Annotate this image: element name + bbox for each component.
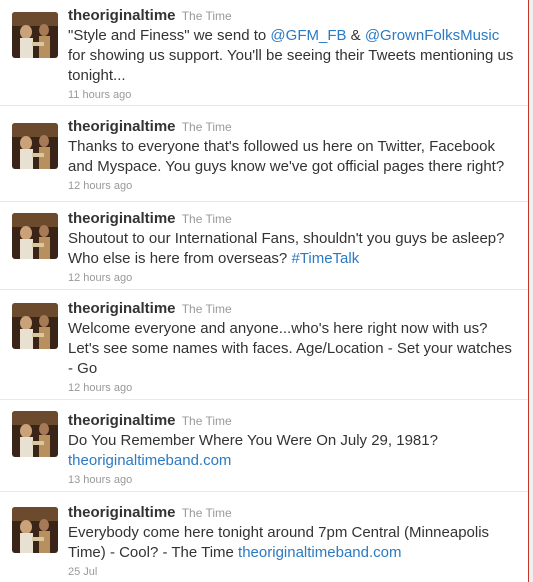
timestamp-link[interactable]: 13 hours ago	[68, 473, 518, 487]
tweet: theoriginaltime The Time "Style and Fine…	[0, 0, 528, 106]
avatar-image-icon	[12, 411, 58, 457]
screen-name-link[interactable]: theoriginaltime	[68, 412, 176, 429]
tweet-text-part: "Style and Finess" we send to	[68, 27, 271, 44]
screen-name-link[interactable]: theoriginaltime	[68, 210, 176, 227]
avatar[interactable]	[12, 213, 58, 259]
website-link[interactable]: theoriginaltimeband.com	[68, 451, 518, 471]
timestamp-link[interactable]: 25 Jul	[68, 565, 518, 579]
avatar-image-icon	[12, 12, 58, 58]
hashtag-link-timetalk[interactable]: #TimeTalk	[291, 250, 359, 267]
tweet-text-part: Shoutout to our International Fans, shou…	[68, 230, 505, 267]
full-name: The Time	[181, 302, 232, 316]
mention-link-grownfolksmusic[interactable]: @GrownFolksMusic	[365, 27, 499, 44]
tweet-text: Welcome everyone and anyone...who's here…	[68, 320, 512, 377]
tweet-text: Do You Remember Where You Were On July 2…	[68, 432, 438, 449]
full-name: The Time	[181, 212, 232, 226]
tweet: theoriginaltime The Time Shoutout to our…	[0, 201, 528, 290]
full-name: The Time	[181, 120, 232, 134]
tweet: theoriginaltime The Time Welcome everyon…	[0, 289, 528, 400]
page-edge	[529, 0, 533, 582]
full-name: The Time	[181, 506, 232, 520]
avatar-image-icon	[12, 213, 58, 259]
screen-name-link[interactable]: theoriginaltime	[68, 118, 176, 135]
avatar[interactable]	[12, 411, 58, 457]
timestamp-link[interactable]: 12 hours ago	[68, 271, 518, 285]
full-name: The Time	[181, 414, 232, 428]
screen-name-link[interactable]: theoriginaltime	[68, 504, 176, 521]
tweet-text: Shoutout to our International Fans, shou…	[68, 229, 518, 269]
avatar[interactable]	[12, 303, 58, 349]
timestamp-link[interactable]: 12 hours ago	[68, 381, 518, 395]
timeline: theoriginaltime The Time "Style and Fine…	[0, 0, 529, 582]
avatar[interactable]	[12, 123, 58, 169]
timestamp-link[interactable]: 12 hours ago	[68, 179, 518, 193]
avatar-image-icon	[12, 123, 58, 169]
full-name: The Time	[181, 9, 232, 23]
tweet-text-part: &	[346, 27, 365, 44]
screen-name-link[interactable]: theoriginaltime	[68, 7, 176, 24]
tweet: theoriginaltime The Time Do You Remember…	[0, 399, 528, 492]
avatar[interactable]	[12, 12, 58, 58]
website-link[interactable]: theoriginaltimeband.com	[238, 544, 401, 561]
tweet-text-part: for showing us support. You'll be seeing…	[68, 47, 514, 84]
mention-link-gfm-fb[interactable]: @GFM_FB	[270, 27, 346, 44]
tweet-text: "Style and Finess" we send to @GFM_FB & …	[68, 26, 518, 86]
timestamp-link[interactable]: 11 hours ago	[68, 88, 518, 102]
avatar-image-icon	[12, 303, 58, 349]
tweet: theoriginaltime The Time Everybody come …	[0, 491, 528, 582]
avatar[interactable]	[12, 507, 58, 553]
tweet-text: Everybody come here tonight around 7pm C…	[68, 523, 518, 563]
tweet-text: Thanks to everyone that's followed us he…	[68, 138, 505, 175]
tweet: theoriginaltime The Time Thanks to every…	[0, 105, 528, 202]
avatar-image-icon	[12, 507, 58, 553]
screen-name-link[interactable]: theoriginaltime	[68, 300, 176, 317]
